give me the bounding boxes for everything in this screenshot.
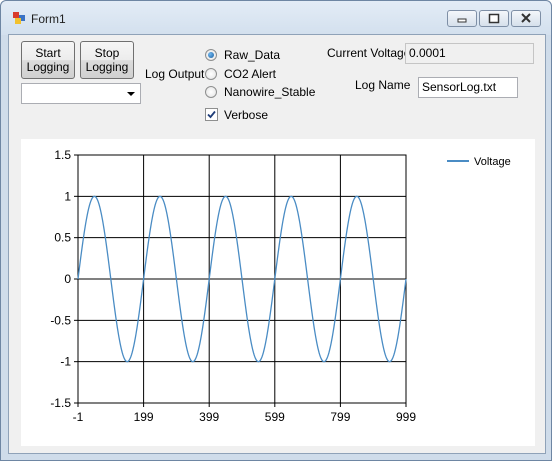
x-tick-label: 799 [330,410,350,424]
app-icon [13,12,25,24]
y-tick-label: 1 [64,189,71,203]
current-voltage-field[interactable]: 0.0001 [405,43,534,64]
verbose-checkbox[interactable] [205,108,218,121]
close-icon [521,13,531,23]
legend-label-voltage: Voltage [474,156,511,168]
x-tick-label: 399 [199,410,219,424]
radio-co2-alert-label[interactable]: CO2 Alert [224,67,276,81]
x-tick-label: 999 [396,410,416,424]
chart-svg: -1 199 399 599 799 9991.510.50-0.5-1-1.5Volta… [50,148,511,424]
log-output-label: Log Output [145,67,205,81]
current-voltage-label: Current Voltage: [327,46,414,60]
y-tick-label: 0.5 [54,231,71,245]
x-tick-label: 599 [265,410,285,424]
title-bar[interactable]: Form1 [1,1,551,35]
maximize-icon [488,13,500,24]
checkmark-icon [207,110,216,119]
main-window: Form1 Start Logging Stop Logging Log Out… [0,0,552,461]
window-title: Form1 [31,12,66,26]
y-tick-label: 1.5 [54,148,71,162]
form-client-area: Start Logging Stop Logging Log Output Ra… [8,34,546,454]
log-name-label: Log Name [355,78,411,92]
start-logging-button[interactable]: Start Logging [21,41,75,79]
voltage-chart: -1 199 399 599 799 999 1.5 1 0.5 0 -0.5 -1 -1.5 Volta… [21,139,535,446]
y-tick-label: -1 [60,355,71,369]
radio-nanowire-stable[interactable] [205,86,217,98]
minimize-icon [457,18,467,23]
log-name-input[interactable]: SensorLog.txt [418,77,518,98]
start-logging-label-line2: Logging [26,60,70,74]
x-tick-label: 199 [134,410,154,424]
stop-logging-button[interactable]: Stop Logging [80,41,134,79]
y-tick-label: -1.5 [50,396,71,410]
radio-raw-data[interactable] [205,49,217,61]
minimize-button[interactable] [447,10,477,27]
radio-co2-alert[interactable] [205,68,217,80]
y-tick-label: -0.5 [50,313,71,327]
x-tick-label: -1 [73,410,84,424]
verbose-label[interactable]: Verbose [224,108,268,122]
start-logging-label-line1: Start [35,46,61,60]
stop-logging-label-line1: Stop [94,46,120,60]
log-target-dropdown[interactable] [21,83,141,104]
radio-raw-data-label[interactable]: Raw_Data [224,48,280,62]
stop-logging-label-line2: Logging [85,60,129,74]
maximize-button[interactable] [479,10,509,27]
chevron-down-icon[interactable] [127,92,135,96]
radio-nanowire-stable-label[interactable]: Nanowire_Stable [224,85,315,99]
y-tick-label: 0 [64,272,71,286]
close-button[interactable] [511,10,541,27]
